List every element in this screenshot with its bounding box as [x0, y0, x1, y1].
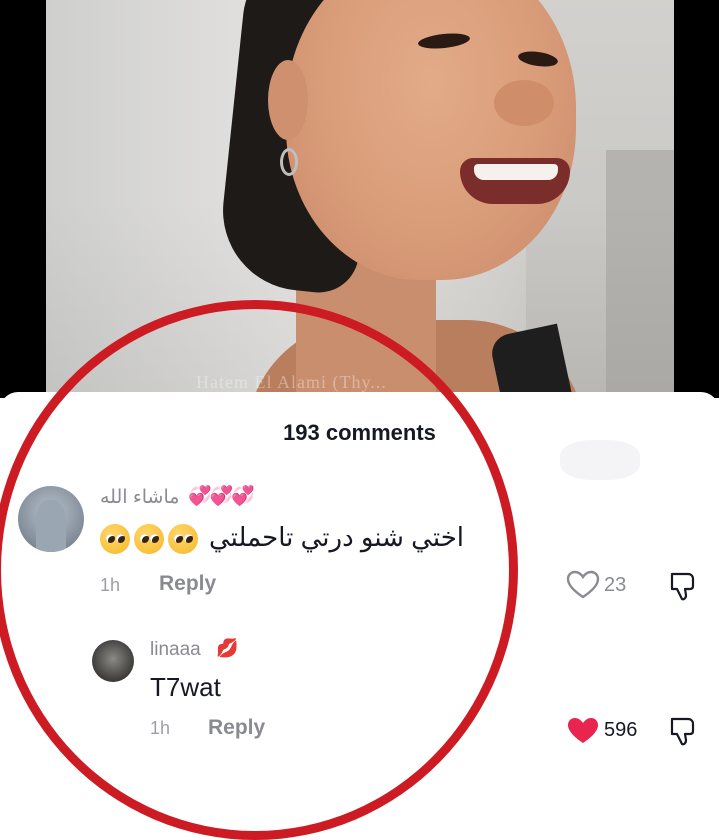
avatar[interactable] — [92, 640, 134, 682]
video-watermark: Hatem El Alami (Thy... — [196, 372, 387, 392]
person-nose — [494, 80, 554, 126]
comments-count-title: 193 comments — [283, 420, 436, 445]
reply-username[interactable]: linaaa — [150, 639, 201, 661]
lips-emoji: 💋 — [216, 638, 239, 658]
comment-text: اختي شنو درتي تاحملتي — [209, 522, 464, 552]
comment-time: 1h — [100, 575, 121, 595]
reply-button[interactable]: Reply — [159, 572, 216, 596]
video-player[interactable]: Hatem El Alami (Thy... — [0, 0, 719, 398]
person-teeth — [474, 164, 558, 180]
avatar[interactable] — [18, 486, 84, 552]
video-frame — [46, 0, 674, 398]
pleading-face-emojis — [100, 524, 198, 554]
pleading-face-icon — [168, 524, 198, 554]
reply-button[interactable]: Reply — [208, 716, 265, 740]
hearts-emoji: 💞💞💞 — [188, 486, 255, 507]
heart-filled-icon[interactable] — [566, 716, 600, 746]
like-count: 23 — [604, 574, 627, 596]
background-artifact — [560, 440, 640, 480]
person-ear — [268, 60, 308, 140]
heart-outline-icon[interactable] — [566, 570, 600, 600]
pleading-face-icon — [100, 524, 130, 554]
dislike-icon[interactable] — [668, 570, 698, 602]
reply-time: 1h — [150, 718, 171, 738]
earring — [280, 148, 298, 176]
comment-username[interactable]: ماشاء الله — [100, 486, 179, 509]
pleading-face-icon — [134, 524, 164, 554]
dislike-icon[interactable] — [668, 715, 698, 747]
like-count: 596 — [604, 719, 638, 741]
reply-text: T7wat — [150, 672, 221, 702]
